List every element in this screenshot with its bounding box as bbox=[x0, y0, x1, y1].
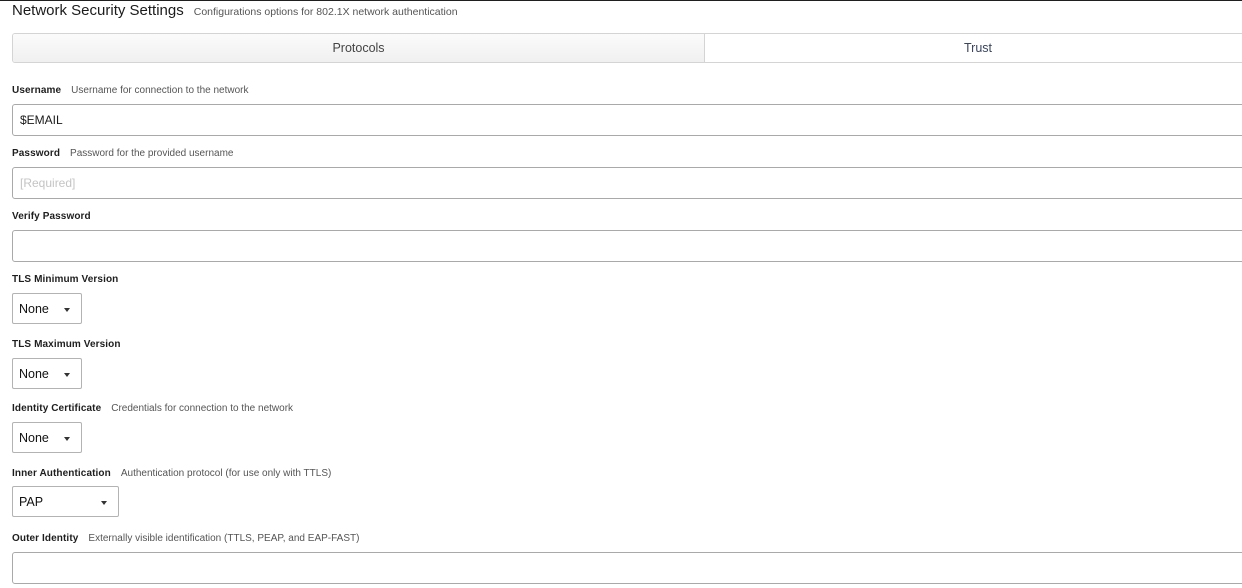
inner-authentication-field-group: Inner Authentication Authentication prot… bbox=[12, 468, 332, 517]
outer-identity-input[interactable] bbox=[12, 552, 1242, 584]
username-field-group: Username Username for connection to the … bbox=[12, 85, 1242, 136]
password-label: Password bbox=[12, 148, 61, 159]
identity-certificate-field-group: Identity Certificate Credentials for con… bbox=[12, 403, 294, 453]
password-field-group: Password Password for the provided usern… bbox=[12, 148, 1242, 199]
identity-certificate-hint: Credentials for connection to the networ… bbox=[111, 403, 294, 414]
tls-max-selected-value: None bbox=[19, 366, 49, 381]
page-subtitle: Configurations options for 802.1X networ… bbox=[193, 6, 458, 18]
identity-certificate-select[interactable]: None bbox=[12, 422, 82, 453]
username-input[interactable] bbox=[12, 104, 1242, 136]
username-label: Username bbox=[12, 85, 62, 96]
password-hint: Password for the provided username bbox=[70, 148, 234, 159]
inner-authentication-label: Inner Authentication bbox=[12, 468, 111, 479]
tab-trust[interactable]: Trust bbox=[705, 34, 1242, 62]
chevron-down-icon bbox=[101, 500, 107, 505]
outer-identity-label: Outer Identity bbox=[12, 533, 79, 544]
tls-max-select[interactable]: None bbox=[12, 358, 82, 389]
tab-bar: Protocols Trust bbox=[12, 33, 1242, 63]
tls-min-label: TLS Minimum Version bbox=[12, 274, 119, 285]
inner-authentication-hint: Authentication protocol (for use only wi… bbox=[120, 468, 332, 479]
page-title: Network Security Settings bbox=[12, 2, 184, 19]
page-header: Network Security Settings Configurations… bbox=[12, 2, 458, 24]
password-input[interactable] bbox=[12, 167, 1242, 199]
tls-min-field-group: TLS Minimum Version None bbox=[12, 274, 119, 324]
inner-authentication-select[interactable]: PAP bbox=[12, 486, 119, 517]
outer-identity-hint: Externally visible identification (TTLS,… bbox=[88, 533, 360, 544]
tls-max-label: TLS Maximum Version bbox=[12, 339, 121, 350]
verify-password-field-group: Verify Password bbox=[12, 211, 1242, 262]
tab-protocols[interactable]: Protocols bbox=[13, 34, 705, 62]
verify-password-input[interactable] bbox=[12, 230, 1242, 262]
chevron-down-icon bbox=[64, 372, 70, 377]
identity-certificate-selected-value: None bbox=[19, 430, 49, 445]
inner-authentication-selected-value: PAP bbox=[19, 494, 44, 509]
tls-min-selected-value: None bbox=[19, 301, 49, 316]
chevron-down-icon bbox=[64, 307, 70, 312]
identity-certificate-label: Identity Certificate bbox=[12, 403, 102, 414]
verify-password-label: Verify Password bbox=[12, 211, 91, 222]
username-hint: Username for connection to the network bbox=[71, 85, 249, 96]
tls-min-select[interactable]: None bbox=[12, 293, 82, 324]
outer-identity-field-group: Outer Identity Externally visible identi… bbox=[12, 533, 1242, 584]
tls-max-field-group: TLS Maximum Version None bbox=[12, 339, 121, 389]
chevron-down-icon bbox=[64, 436, 70, 441]
